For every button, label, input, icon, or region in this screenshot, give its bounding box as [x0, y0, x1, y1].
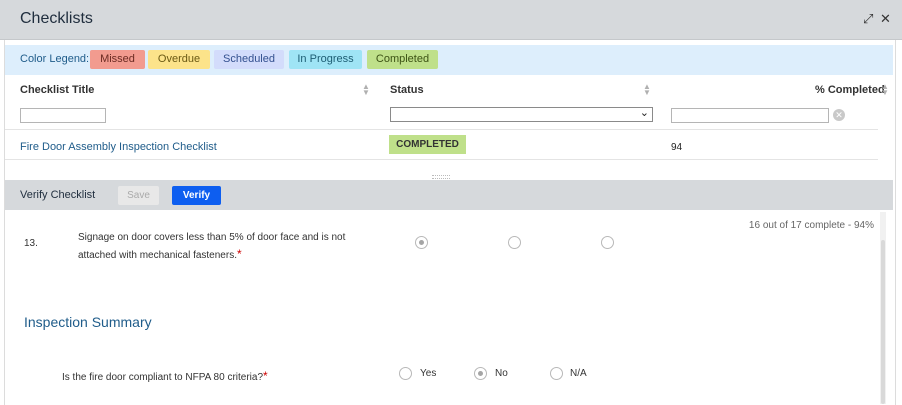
chevron-down-icon: ⌄: [639, 107, 649, 119]
save-button[interactable]: Save: [118, 186, 159, 205]
column-header-title[interactable]: Checklist Title: [20, 84, 94, 96]
legend-chip-missed: Missed: [90, 50, 145, 69]
scrollbar-thumb[interactable]: [881, 240, 885, 404]
sort-icon[interactable]: ▲ ▼: [643, 83, 651, 97]
panel-border-left: [4, 40, 5, 405]
legend-chip-completed: Completed: [367, 50, 438, 69]
percent-filter-input[interactable]: [671, 108, 829, 123]
status-badge: COMPLETED: [389, 135, 466, 154]
legend-chip-overdue: Overdue: [148, 50, 210, 69]
section-title: Inspection Summary: [24, 314, 152, 330]
panel-border-right: [895, 40, 896, 405]
radio-yes[interactable]: [399, 367, 412, 380]
percent-completed-value: 94: [671, 142, 683, 153]
answer-radio-2[interactable]: [508, 236, 521, 249]
option-label-yes: Yes: [420, 368, 437, 379]
sort-icon[interactable]: ▲ ▼: [881, 83, 889, 97]
required-marker: *: [236, 247, 242, 261]
radio-no[interactable]: [474, 367, 487, 380]
summary-question-text: Is the fire door compliant to NFPA 80 cr…: [62, 369, 268, 383]
question-text: Signage on door covers less than 5% of d…: [78, 230, 368, 264]
column-header-percent[interactable]: % Completed: [815, 84, 885, 96]
radio-na[interactable]: [550, 367, 563, 380]
checklist-title-link[interactable]: Fire Door Assembly Inspection Checklist: [20, 141, 217, 153]
close-icon[interactable]: ✕: [880, 11, 891, 27]
verify-button[interactable]: Verify: [172, 186, 221, 205]
title-filter-input[interactable]: [20, 108, 106, 123]
legend-chip-in-progress: In Progress: [289, 50, 362, 69]
answer-radio-1[interactable]: [415, 236, 428, 249]
resize-handle[interactable]: [432, 175, 450, 179]
sort-icon[interactable]: ▲ ▼: [362, 83, 370, 97]
option-label-na: N/A: [570, 368, 587, 379]
column-header-status[interactable]: Status: [390, 84, 424, 96]
option-label-no: No: [495, 368, 508, 379]
window-titlebar: Checklists ⤢ ✕: [0, 0, 902, 40]
answer-radio-3[interactable]: [601, 236, 614, 249]
question-number: 13.: [24, 238, 38, 249]
expand-icon[interactable]: ⤢: [863, 11, 873, 27]
row-divider: [5, 129, 878, 130]
color-legend: Color Legend: Missed Overdue Scheduled I…: [5, 45, 893, 75]
row-divider: [5, 159, 878, 160]
legend-chip-scheduled: Scheduled: [214, 50, 284, 69]
summary-question-body: Is the fire door compliant to NFPA 80 cr…: [62, 372, 264, 383]
verify-title: Verify Checklist: [20, 189, 96, 201]
question-text-body: Signage on door covers less than 5% of d…: [78, 232, 346, 261]
window-title: Checklists: [20, 10, 93, 27]
clear-filter-icon[interactable]: ✕: [833, 109, 845, 121]
verify-toolbar: Verify Checklist Save Verify: [5, 180, 893, 210]
status-filter-select[interactable]: ⌄: [390, 107, 653, 122]
legend-label: Color Legend:: [20, 53, 90, 65]
progress-summary: 16 out of 17 complete - 94%: [748, 220, 874, 231]
required-marker: *: [263, 369, 268, 383]
